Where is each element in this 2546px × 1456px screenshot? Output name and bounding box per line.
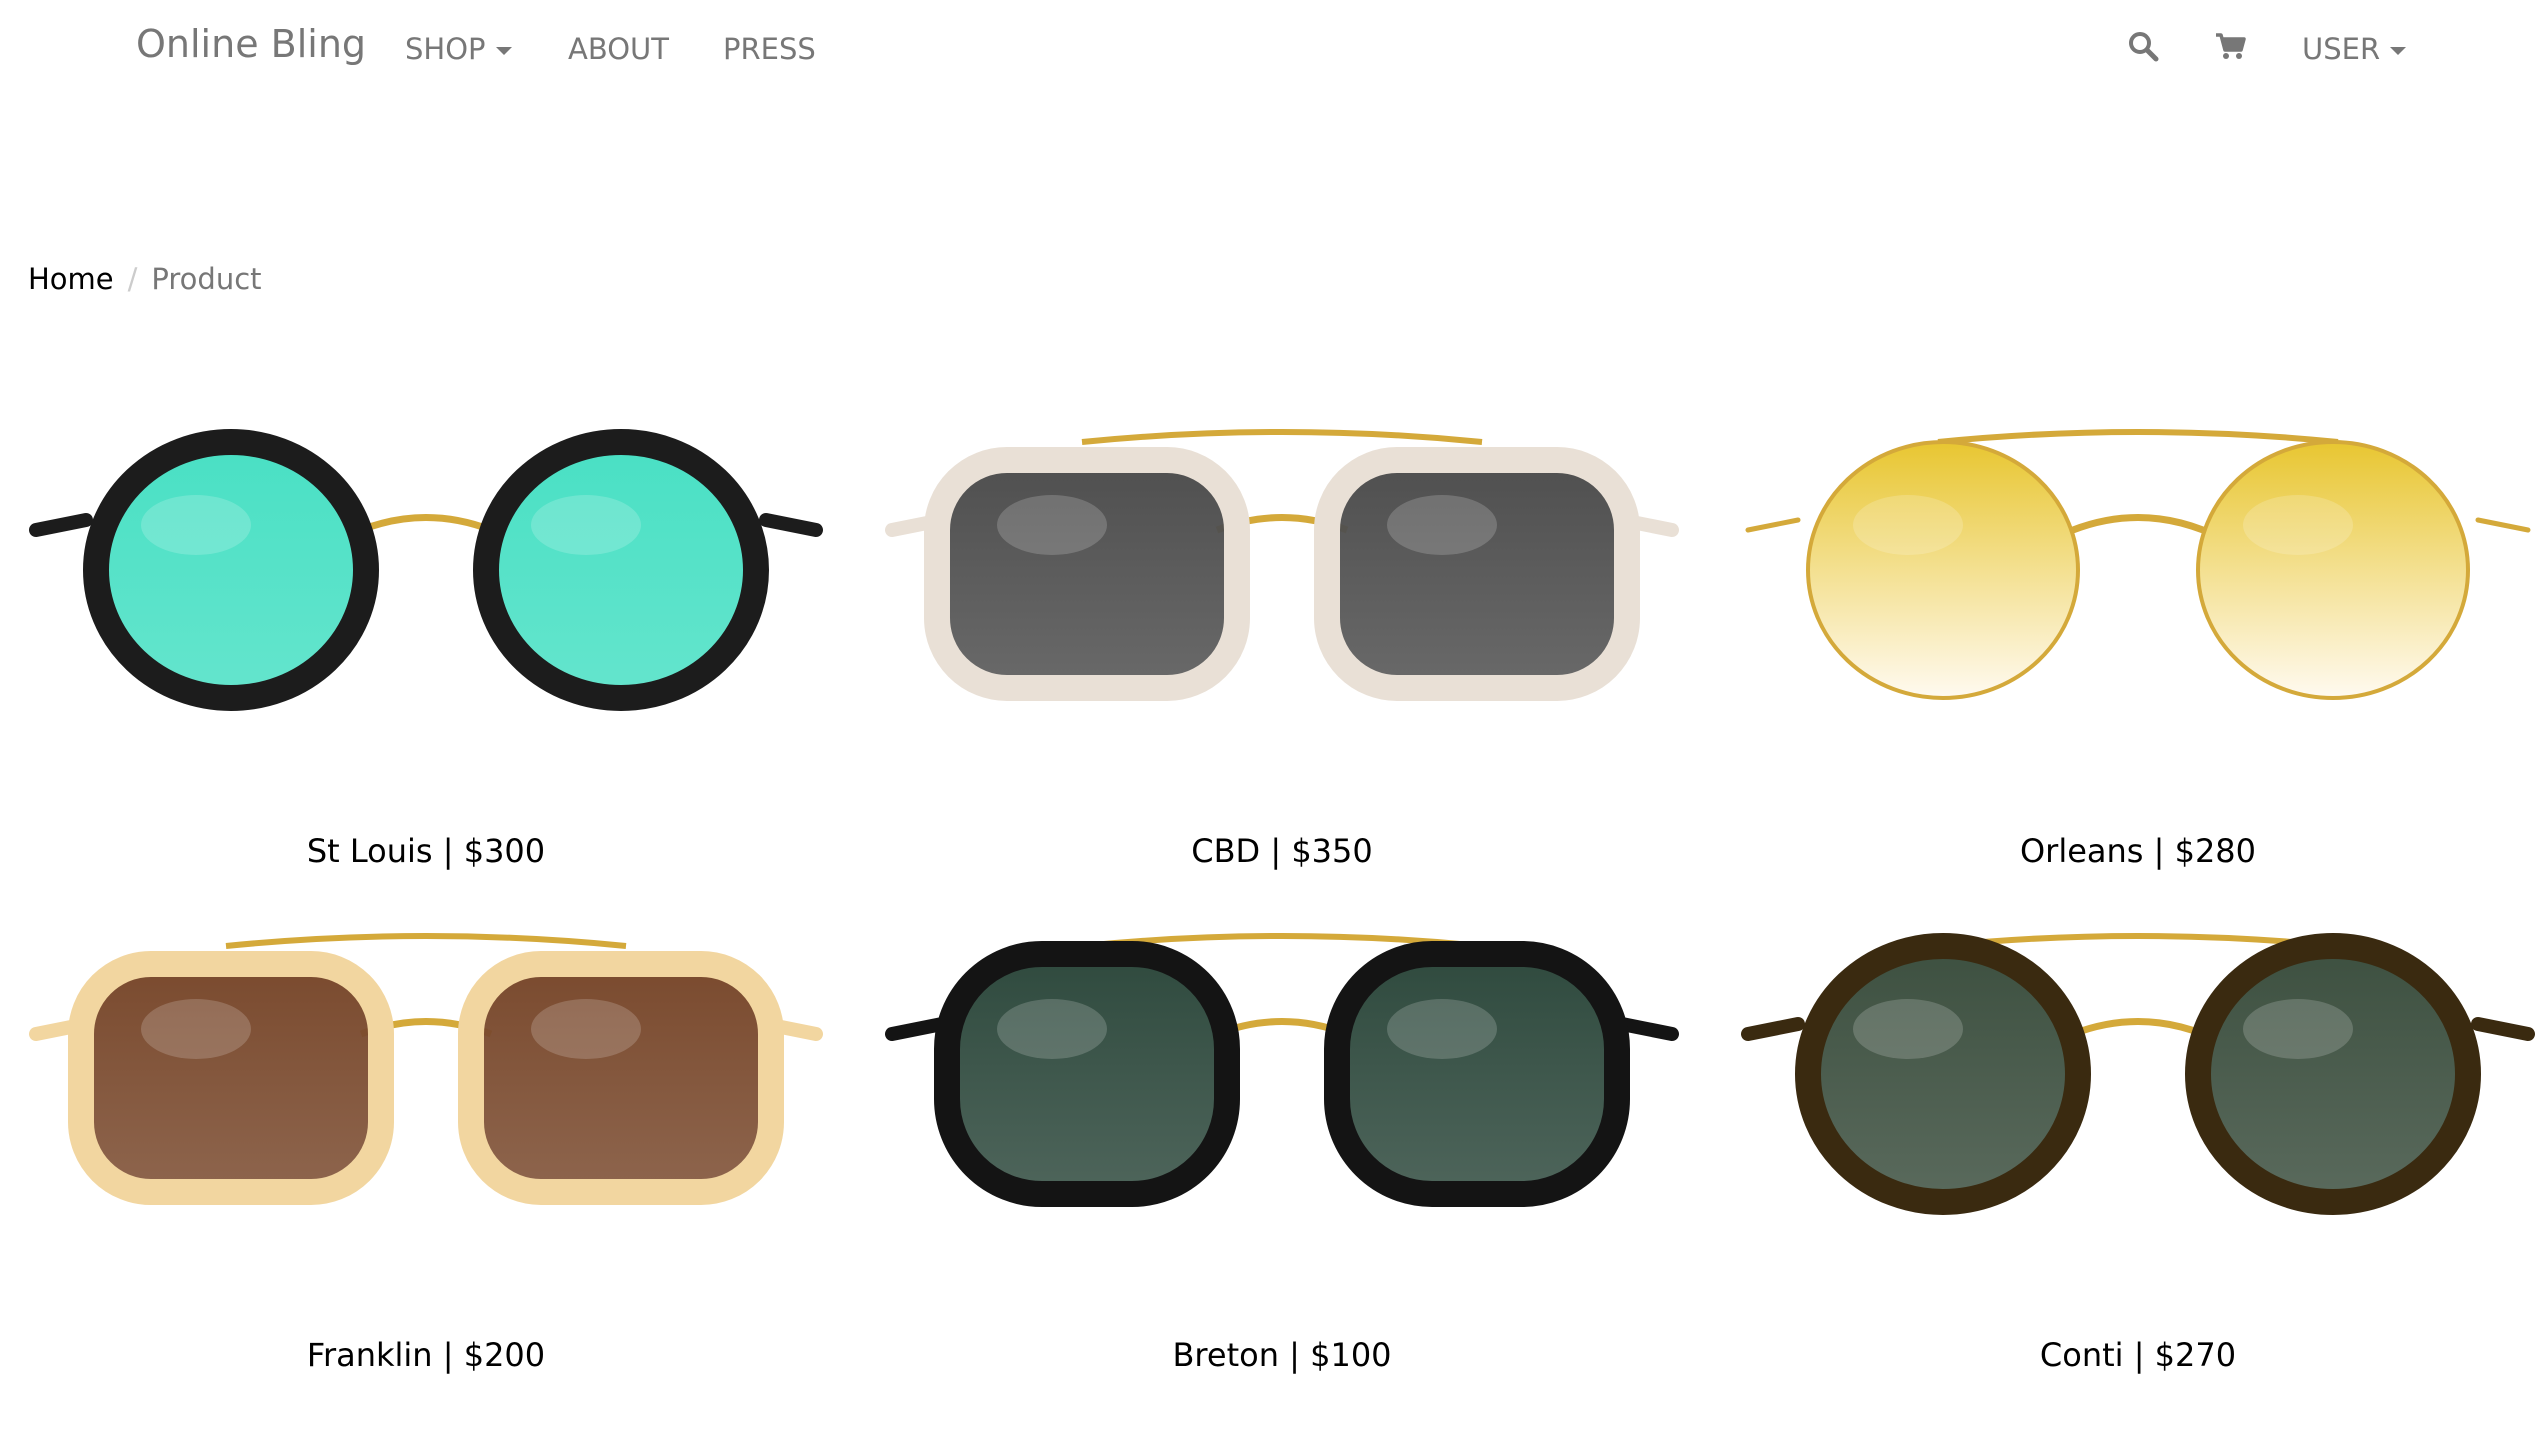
lens-left: [1806, 440, 2080, 700]
product-card-conti[interactable]: Conti | $270: [1738, 904, 2538, 1374]
product-caption[interactable]: Conti | $270: [1738, 1336, 2538, 1374]
breadcrumb-home-link[interactable]: Home: [28, 262, 114, 296]
chevron-down-icon: [495, 47, 512, 55]
temple-right: [1615, 1017, 1679, 1041]
cart-icon: [2216, 33, 2246, 59]
breadcrumb-current: Product: [151, 262, 262, 296]
product-image-orleans: [1745, 429, 2531, 700]
lens-highlight-left: [141, 495, 251, 555]
search-icon: [2129, 32, 2159, 62]
product-image-st-louis: [29, 429, 823, 711]
search-button[interactable]: [2127, 30, 2167, 70]
lens-left: [1795, 933, 2091, 1215]
product-caption[interactable]: CBD | $350: [882, 832, 1682, 870]
nav-shop-label: SHOP: [405, 32, 486, 66]
nav-press-link[interactable]: PRESS: [723, 32, 816, 66]
lens-highlight-left: [141, 999, 251, 1059]
nav-about-link[interactable]: ABOUT: [568, 32, 669, 66]
lens-highlight-right: [1387, 495, 1497, 555]
lens-highlight-right: [2243, 495, 2353, 555]
lens-left: [934, 941, 1240, 1207]
lens-right: [1314, 447, 1640, 701]
lens-highlight-right: [531, 999, 641, 1059]
lens-left: [68, 951, 394, 1205]
breadcrumb: Home / Product: [28, 262, 262, 296]
temple-left: [1745, 517, 1801, 533]
product-image-breton: [885, 933, 1679, 1207]
nose-bridge: [359, 514, 493, 534]
brow-bar: [1081, 429, 1483, 445]
lens-highlight-right: [1387, 999, 1497, 1059]
temple-right: [759, 513, 823, 537]
product-card-st-louis[interactable]: St Louis | $300: [26, 400, 826, 870]
navbar: Online Bling SHOP ABOUT PRESS USER: [0, 0, 2546, 102]
product-image-cbd: [885, 429, 1679, 701]
lens-left: [924, 447, 1250, 701]
product-card-cbd[interactable]: CBD | $350: [882, 400, 1682, 870]
lens-highlight-left: [1853, 999, 1963, 1059]
temple-left: [29, 513, 93, 537]
lens-highlight-left: [1853, 495, 1963, 555]
lens-right: [2196, 440, 2470, 700]
product-card-breton[interactable]: Breton | $100: [882, 904, 1682, 1374]
brow-bar: [225, 933, 627, 949]
product-caption[interactable]: St Louis | $300: [26, 832, 826, 870]
temple-left: [1741, 1017, 1805, 1041]
temple-left: [885, 1017, 949, 1041]
brand-logo-link[interactable]: Online Bling: [136, 22, 366, 66]
lens-highlight-right: [2243, 999, 2353, 1059]
cart-button[interactable]: [2214, 30, 2254, 70]
nose-bridge: [2071, 514, 2205, 534]
chevron-down-icon: [2390, 47, 2407, 55]
product-card-orleans[interactable]: Orleans | $280: [1738, 400, 2538, 870]
nose-bridge: [2071, 1018, 2205, 1038]
nav-user-dropdown[interactable]: USER: [2302, 32, 2407, 66]
lens-right: [2185, 933, 2481, 1215]
lens-highlight-left: [997, 495, 1107, 555]
product-caption[interactable]: Franklin | $200: [26, 1336, 826, 1374]
lens-left: [83, 429, 379, 711]
temple-right: [2475, 517, 2531, 533]
nav-user-label: USER: [2302, 32, 2381, 66]
temple-right: [2471, 1017, 2535, 1041]
product-image-franklin: [29, 933, 823, 1205]
lens-right: [458, 951, 784, 1205]
product-card-franklin[interactable]: Franklin | $200: [26, 904, 826, 1374]
brow-bar: [1937, 429, 2339, 445]
product-image-conti: [1741, 933, 2535, 1215]
breadcrumb-separator: /: [127, 262, 138, 296]
nav-shop-dropdown[interactable]: SHOP: [405, 32, 512, 66]
lens-highlight-left: [997, 999, 1107, 1059]
lens-highlight-right: [531, 495, 641, 555]
lens-right: [1324, 941, 1630, 1207]
product-caption[interactable]: Breton | $100: [882, 1336, 1682, 1374]
lens-right: [473, 429, 769, 711]
product-caption[interactable]: Orleans | $280: [1738, 832, 2538, 870]
